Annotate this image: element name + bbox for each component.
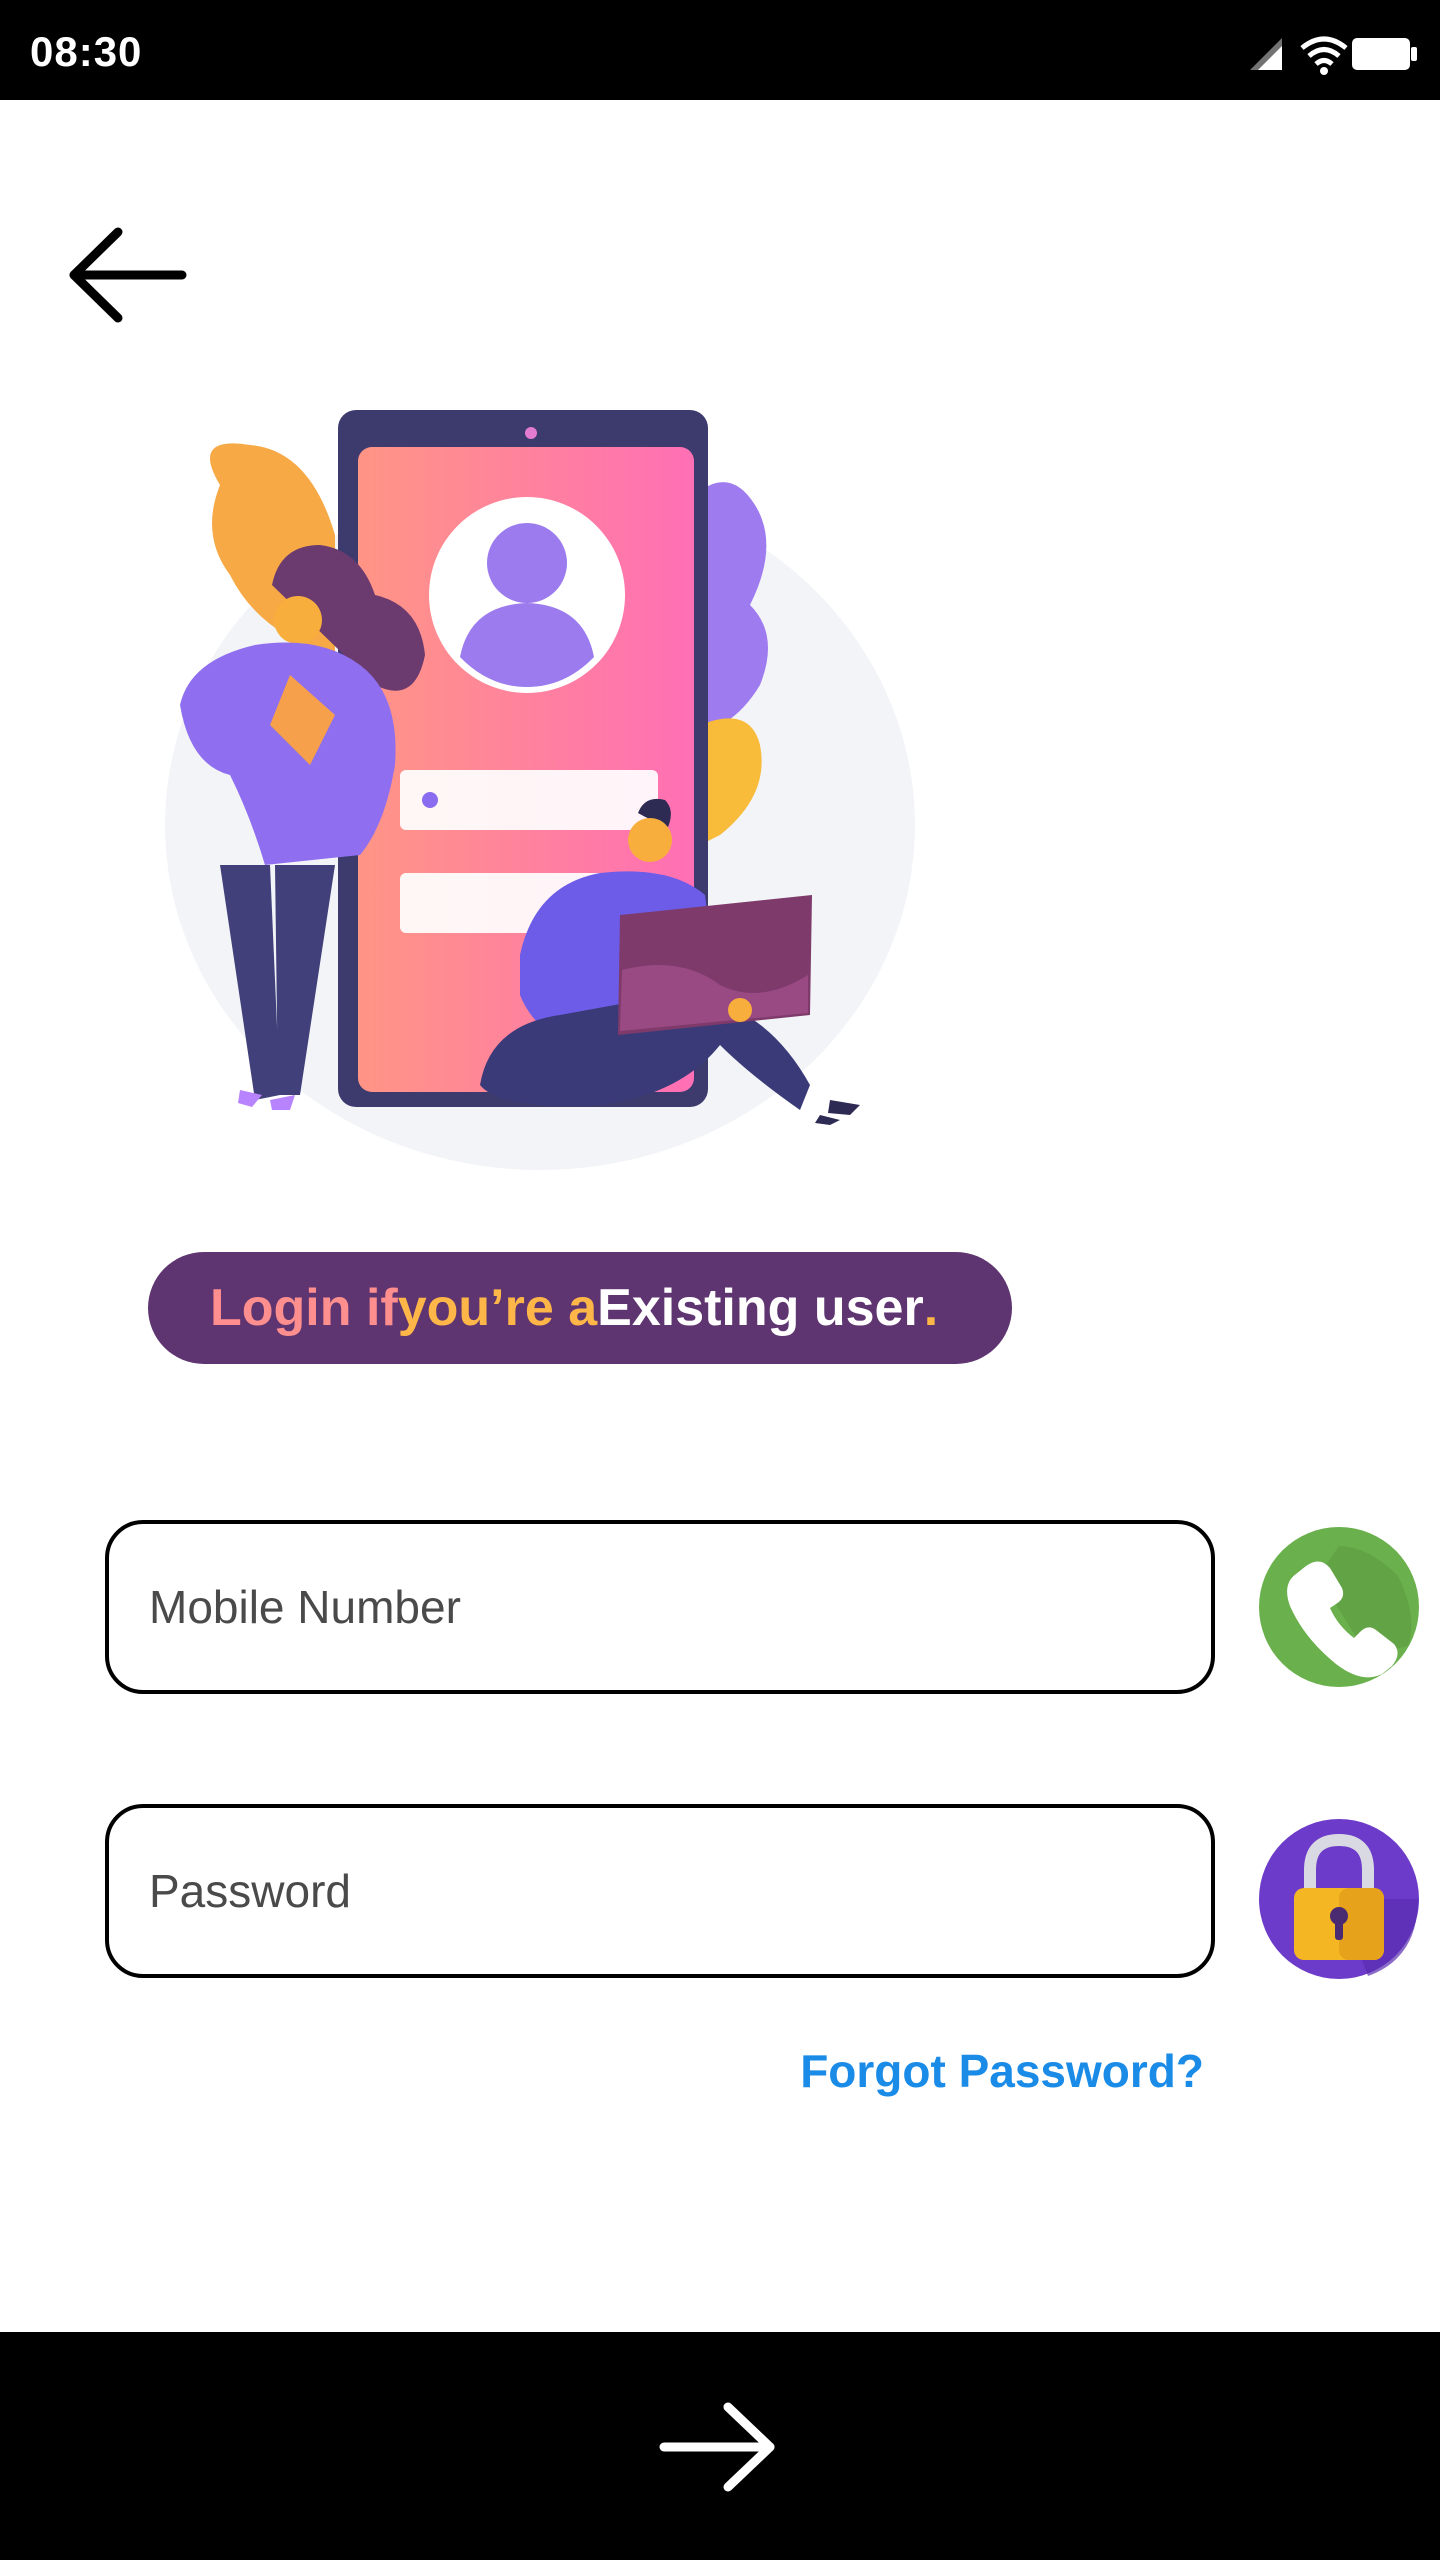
status-bar: 08:30 (0, 0, 1440, 100)
arrow-left-icon (69, 227, 187, 323)
login-banner: Login if you’re a Existing user . (148, 1252, 1012, 1364)
phone-icon (1259, 1527, 1419, 1687)
password-field[interactable] (105, 1804, 1215, 1978)
next-button[interactable] (652, 2397, 788, 2497)
banner-text-period: . (923, 1279, 939, 1337)
wifi-icon (1300, 36, 1348, 75)
mobile-number-input[interactable] (149, 1524, 1149, 1690)
arrow-right-icon (659, 2402, 775, 2492)
banner-text-login: Login if (210, 1279, 398, 1337)
lock-icon (1259, 1819, 1419, 1979)
battery-icon (1352, 38, 1417, 70)
forgot-password-link[interactable]: Forgot Password? (800, 2044, 1204, 2098)
password-input[interactable] (149, 1808, 1149, 1974)
man-head (628, 818, 672, 862)
signal-icon (1250, 38, 1282, 70)
banner-text-youre: you’re a (397, 1279, 598, 1337)
login-illustration (165, 410, 915, 1170)
woman-head (274, 596, 322, 644)
status-time: 08:30 (30, 28, 143, 75)
back-button[interactable] (60, 220, 200, 330)
banner-text-existing-user: Existing user (597, 1279, 924, 1337)
mobile-number-field[interactable] (105, 1520, 1215, 1694)
bottom-bar (0, 2332, 1440, 2560)
